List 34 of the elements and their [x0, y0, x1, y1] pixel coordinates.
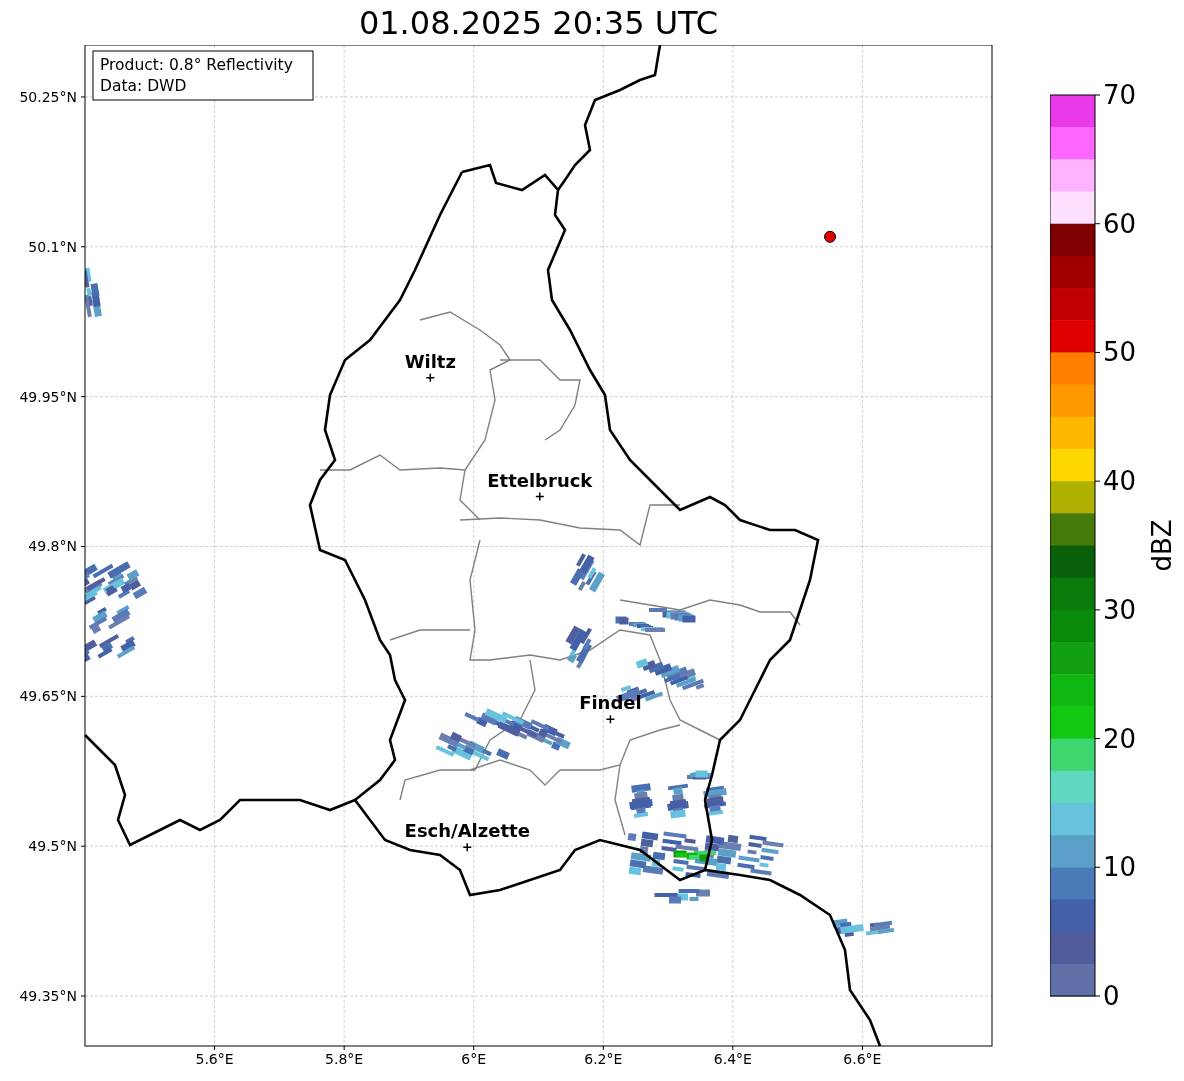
tick-label: 5.8°E [325, 1051, 364, 1067]
city-marker [425, 372, 436, 383]
colorbar-tick-label: 60 [1103, 208, 1137, 239]
tick-label: 49.5°N [28, 838, 77, 855]
tick-label: 5.6°E [195, 1051, 234, 1067]
colorbar-tick-label: 50 [1103, 337, 1137, 368]
colorbar-label: dBZ [1147, 519, 1175, 572]
tick-label: 49.65°N [19, 688, 77, 705]
tick-label: 50.1°N [28, 238, 77, 255]
city-marker [535, 491, 545, 502]
colorbar-tick-label: 40 [1103, 466, 1137, 497]
tick-label: 49.35°N [19, 988, 77, 1005]
colorbar-tick-label: 20 [1103, 723, 1137, 754]
city-label: Esch/Alzette [404, 820, 530, 842]
city-marker [462, 842, 472, 852]
tick-label: 49.8°N [28, 538, 77, 555]
colorbar-tick-label: 30 [1103, 594, 1137, 625]
tick-label: 6.4°E [713, 1051, 752, 1067]
info-text: Data: DWD [100, 77, 187, 95]
city-label: Findel [579, 692, 642, 714]
location-marker [824, 230, 837, 243]
colorbar-tick-label: 0 [1103, 981, 1120, 1011]
colorbar-tick-label: 70 [1103, 80, 1137, 110]
tick-label: 6.6°E [843, 1051, 882, 1067]
city-marker [605, 714, 616, 725]
tick-label: 6°E [461, 1051, 487, 1067]
colorbar-tick-label: 10 [1103, 852, 1137, 883]
city-label: Wiltz [404, 350, 456, 372]
info-text: Product: 0.8° Reflectivity [100, 56, 293, 74]
city-label: Ettelbruck [487, 469, 593, 491]
chart-title: 01.08.2025 20:35 UTC [358, 3, 719, 42]
tick-label: 49.95°N [19, 388, 77, 405]
tick-label: 50.25°N [19, 88, 77, 105]
tick-label: 6.2°E [584, 1051, 623, 1067]
